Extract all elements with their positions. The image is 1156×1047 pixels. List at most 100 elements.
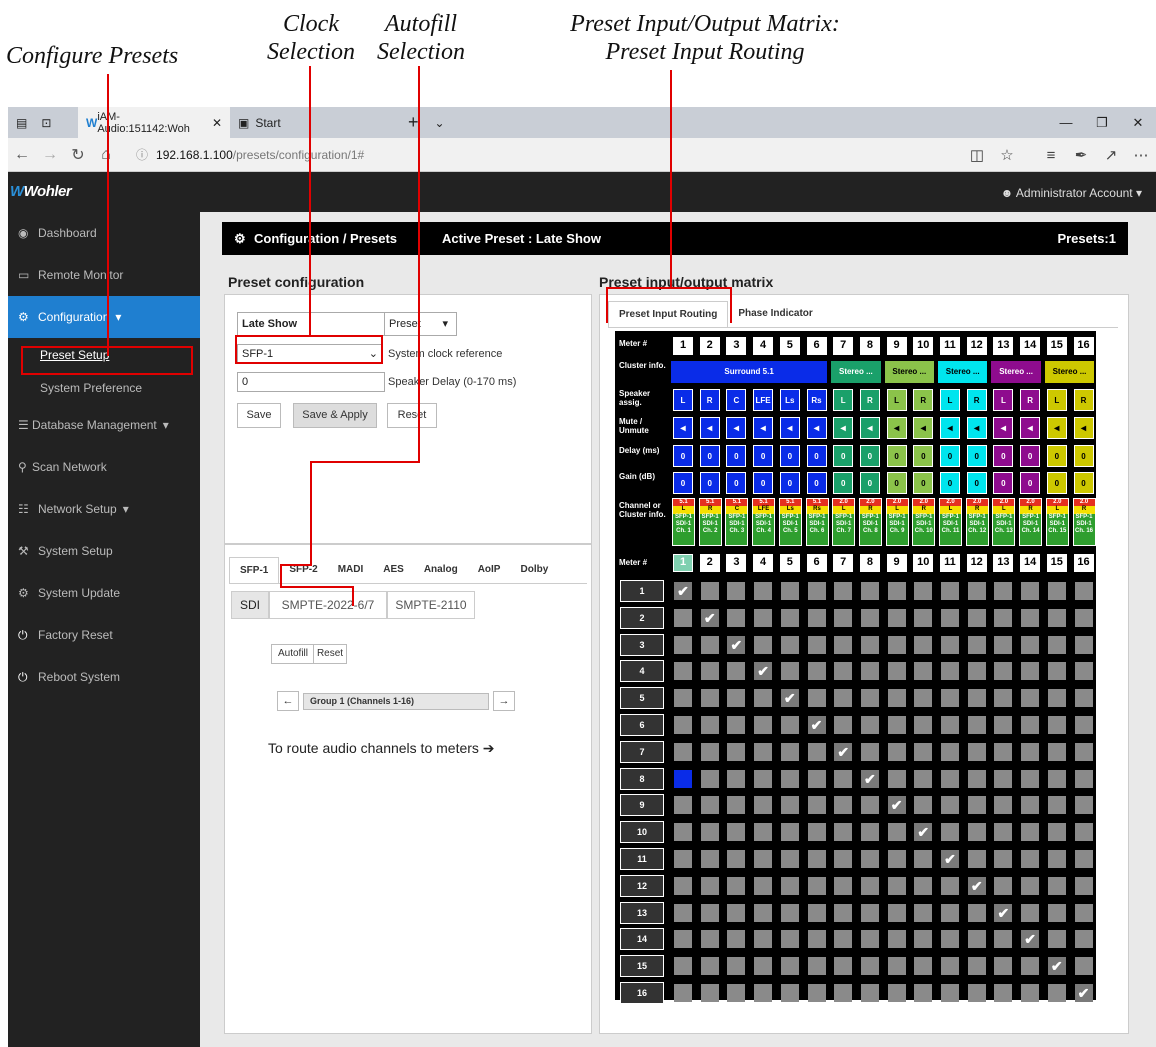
- routing-checkbox[interactable]: ✔: [967, 876, 986, 895]
- routing-checkbox[interactable]: [807, 930, 826, 949]
- gain-value[interactable]: 0: [913, 472, 934, 494]
- routing-checkbox[interactable]: [967, 823, 986, 842]
- close-window-icon[interactable]: ✕: [1120, 107, 1156, 138]
- routing-checkbox[interactable]: [727, 823, 746, 842]
- routing-checkbox[interactable]: [807, 984, 826, 1002]
- routing-checkbox[interactable]: [700, 876, 719, 895]
- routing-checkbox[interactable]: [807, 957, 826, 976]
- routing-checkbox[interactable]: [727, 582, 746, 600]
- meter-column-header[interactable]: 6: [804, 552, 829, 574]
- routing-checkbox[interactable]: [1047, 769, 1066, 788]
- routing-checkbox[interactable]: [887, 582, 906, 600]
- routing-checkbox[interactable]: [674, 850, 692, 868]
- routing-checkbox[interactable]: [780, 876, 799, 895]
- routing-checkbox[interactable]: [754, 930, 773, 949]
- routing-checkbox[interactable]: ✔: [941, 850, 959, 868]
- routing-checkbox[interactable]: [967, 716, 986, 734]
- cluster-cell[interactable]: Stereo ...: [1044, 361, 1095, 383]
- routing-checkbox[interactable]: [914, 742, 933, 761]
- favorite-star-icon[interactable]: ☆: [992, 146, 1022, 164]
- tab-list-chevron-icon[interactable]: ⌄: [427, 107, 453, 138]
- routing-checkbox[interactable]: [700, 850, 719, 868]
- routing-checkbox[interactable]: [754, 957, 773, 976]
- routing-checkbox[interactable]: ✔: [807, 716, 826, 734]
- delay-value[interactable]: 0: [1020, 445, 1041, 467]
- routing-checkbox[interactable]: [780, 608, 799, 627]
- routing-checkbox[interactable]: [807, 850, 826, 868]
- routing-checkbox[interactable]: [1021, 796, 1040, 815]
- group-select[interactable]: Group 1 (Channels 1-16): [303, 693, 489, 710]
- group-next-button[interactable]: →: [493, 691, 515, 711]
- routing-checkbox[interactable]: [914, 903, 933, 922]
- speaker-assign-button[interactable]: L: [673, 389, 693, 411]
- routing-checkbox[interactable]: [674, 742, 692, 761]
- tab-set-aside-icon[interactable]: ⊡: [41, 116, 51, 130]
- gain-value[interactable]: 0: [726, 472, 747, 494]
- gain-value[interactable]: 0: [993, 472, 1014, 494]
- save-apply-button[interactable]: Save & Apply: [293, 403, 377, 428]
- gain-value[interactable]: 0: [966, 472, 987, 494]
- routing-checkbox[interactable]: [834, 957, 853, 976]
- routing-checkbox[interactable]: [727, 689, 746, 708]
- delay-value[interactable]: 0: [966, 445, 987, 467]
- routing-checkbox[interactable]: [700, 930, 719, 949]
- routing-checkbox[interactable]: [1047, 876, 1066, 895]
- routing-checkbox[interactable]: [887, 876, 906, 895]
- routing-checkbox[interactable]: [780, 823, 799, 842]
- speaker-assign-button[interactable]: R: [859, 389, 880, 411]
- delay-value[interactable]: 0: [1073, 445, 1094, 467]
- routing-checkbox[interactable]: [700, 957, 719, 976]
- routing-checkbox[interactable]: [1074, 903, 1093, 922]
- routing-checkbox[interactable]: [780, 716, 799, 734]
- delay-value[interactable]: 0: [993, 445, 1014, 467]
- routing-checkbox[interactable]: [941, 608, 959, 627]
- tab-sdi[interactable]: SDI: [231, 591, 269, 619]
- routing-checkbox[interactable]: [914, 608, 933, 627]
- routing-checkbox[interactable]: [754, 796, 773, 815]
- routing-checkbox[interactable]: [780, 582, 799, 600]
- delay-value[interactable]: 0: [1046, 445, 1067, 467]
- account-menu[interactable]: ☻ Administrator Account ▾: [1001, 186, 1142, 200]
- routing-checkbox[interactable]: [727, 608, 746, 627]
- routing-checkbox[interactable]: [1074, 769, 1093, 788]
- routing-checkbox[interactable]: [860, 876, 879, 895]
- routing-checkbox[interactable]: [1047, 689, 1066, 708]
- routing-checkbox[interactable]: [1047, 608, 1066, 627]
- gain-value[interactable]: 0: [833, 472, 854, 494]
- gain-value[interactable]: 0: [753, 472, 774, 494]
- routing-checkbox[interactable]: [860, 662, 879, 681]
- routing-checkbox[interactable]: [807, 903, 826, 922]
- routing-checkbox[interactable]: [834, 850, 853, 868]
- routing-checkbox[interactable]: [941, 984, 959, 1002]
- mute-toggle-icon[interactable]: ◂: [753, 417, 774, 439]
- routing-checkbox[interactable]: [780, 769, 799, 788]
- gain-value[interactable]: 0: [859, 472, 880, 494]
- routing-checkbox[interactable]: [914, 957, 933, 976]
- delay-value[interactable]: 0: [806, 445, 827, 467]
- routing-checkbox[interactable]: [674, 662, 692, 681]
- routing-checkbox[interactable]: [967, 582, 986, 600]
- meter-column-header[interactable]: 2: [697, 552, 722, 574]
- routing-checkbox[interactable]: ✔: [700, 608, 719, 627]
- routing-checkbox[interactable]: [860, 984, 879, 1002]
- routing-checkbox[interactable]: [727, 716, 746, 734]
- mute-toggle-icon[interactable]: ◂: [779, 417, 800, 439]
- new-tab-button[interactable]: +: [400, 107, 427, 138]
- tab-sfp-1[interactable]: SFP-1: [229, 557, 280, 583]
- browser-tab-icons[interactable]: ▤ ⊡: [8, 107, 78, 138]
- routing-checkbox[interactable]: [807, 742, 826, 761]
- routing-checkbox[interactable]: [967, 850, 986, 868]
- routing-checkbox[interactable]: [780, 796, 799, 815]
- sidebar-item-scan-network[interactable]: ⚲ Scan Network: [8, 446, 200, 488]
- routing-checkbox[interactable]: [807, 876, 826, 895]
- routing-checkbox[interactable]: [914, 635, 933, 654]
- tab-phase-indicator[interactable]: Phase Indicator: [728, 301, 822, 327]
- routing-checkbox[interactable]: [994, 635, 1013, 654]
- routing-checkbox[interactable]: [754, 984, 773, 1002]
- routing-checkbox[interactable]: [994, 930, 1013, 949]
- routing-checkbox[interactable]: [941, 716, 959, 734]
- routing-checkbox[interactable]: [727, 903, 746, 922]
- routing-checkbox[interactable]: [674, 984, 692, 1002]
- routing-checkbox[interactable]: [994, 742, 1013, 761]
- routing-checkbox[interactable]: [834, 662, 853, 681]
